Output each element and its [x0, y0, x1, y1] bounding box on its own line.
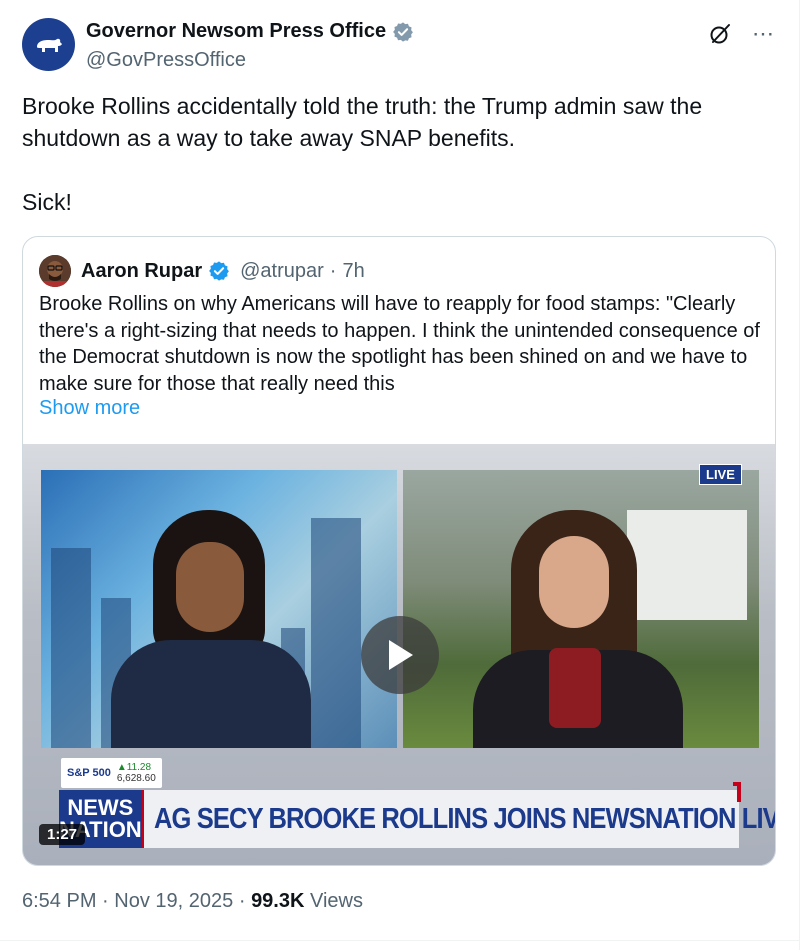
author-handle[interactable]: @GovPressOffice	[86, 49, 414, 72]
quote-author-name[interactable]: Aaron Rupar	[81, 260, 202, 283]
red-corner-accent	[733, 782, 741, 802]
avatar-portrait-icon	[39, 255, 71, 287]
quote-timestamp[interactable]: 7h	[342, 260, 364, 283]
quote-author-handle[interactable]: @atrupar	[240, 260, 324, 283]
stock-ticker: S&P 500 ▲11.28 6,628.60	[61, 758, 162, 788]
ticker-change: ▲11.28	[116, 762, 152, 773]
video-duration: 1:27	[39, 824, 86, 845]
verified-gray-icon	[393, 21, 414, 42]
verified-blue-icon	[209, 261, 230, 281]
ticker-name: S&P 500	[67, 767, 111, 779]
tweet-date[interactable]: Nov 19, 2025	[114, 890, 233, 912]
divider	[0, 940, 800, 941]
play-button[interactable]	[361, 616, 439, 694]
california-bear-icon	[36, 38, 62, 52]
quote-time-separator: ·	[329, 259, 337, 282]
meta-separator: ·	[102, 890, 109, 912]
meta-separator: ·	[238, 890, 246, 912]
video-player[interactable]: LIVE S&P 500 ▲11.28 6,628.60 NEWS NATION	[23, 444, 775, 865]
live-badge: LIVE	[699, 464, 742, 485]
tweet-time[interactable]: 6:54 PM	[22, 890, 96, 912]
author-name[interactable]: Governor Newsom Press Office	[86, 20, 386, 43]
quoted-tweet[interactable]: Aaron Rupar @atrupar · 7h Brooke Rollins…	[22, 236, 776, 866]
tweet-paragraph: Brooke Rollins accidentally told the tru…	[22, 93, 703, 151]
grok-icon[interactable]	[708, 22, 732, 46]
video-anchor-panel	[41, 470, 397, 748]
video-guest-panel	[403, 470, 759, 748]
author-avatar[interactable]	[22, 18, 75, 71]
show-more-link[interactable]: Show more	[39, 397, 140, 420]
quote-header: Aaron Rupar @atrupar · 7h	[39, 255, 365, 287]
news-headline: AG SECY BROOKE ROLLINS JOINS NEWSNATION …	[153, 802, 776, 835]
ticker-value: 6,628.60	[116, 773, 156, 784]
views-label: Views	[310, 890, 363, 912]
quote-author-avatar[interactable]	[39, 255, 71, 287]
views-count: 99.3K	[251, 890, 305, 912]
play-icon	[389, 640, 413, 670]
tweet-text: Brooke Rollins accidentally told the tru…	[22, 90, 762, 250]
tweet: Governor Newsom Press Office @GovPressOf…	[0, 0, 800, 950]
tweet-metadata: 6:54 PM · Nov 19, 2025 · 99.3K Views	[22, 890, 363, 913]
quote-text: Brooke Rollins on why Americans will hav…	[39, 293, 760, 395]
news-lower-third: NEWS NATION AG SECY BROOKE ROLLINS JOINS…	[59, 790, 775, 848]
author-block: Governor Newsom Press Office @GovPressOf…	[86, 20, 414, 72]
top-actions: ⋯	[708, 22, 775, 46]
more-icon[interactable]: ⋯	[752, 23, 775, 45]
logo-line: NEWS	[67, 795, 134, 820]
tweet-paragraph: Sick!	[22, 189, 72, 215]
